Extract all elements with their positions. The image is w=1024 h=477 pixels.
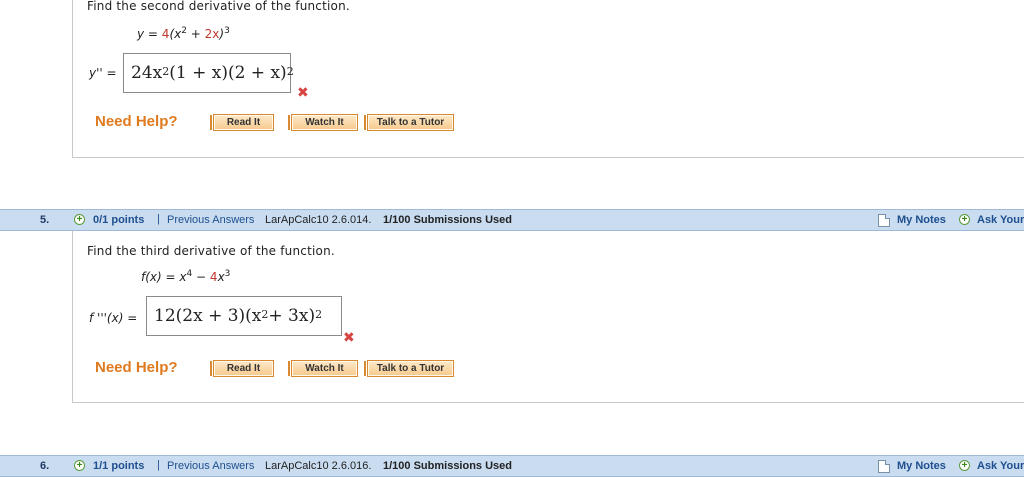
expand-plus-icon[interactable]: + xyxy=(74,214,85,225)
question-prompt: Find the third derivative of the functio… xyxy=(87,244,335,258)
my-notes-link[interactable]: My Notes xyxy=(897,214,946,226)
previous-answers-link[interactable]: Previous Answers xyxy=(167,460,254,472)
talk-to-tutor-button[interactable]: Talk to a Tutor xyxy=(364,360,454,377)
given-function: f(x) = x4 − 4x3 xyxy=(141,269,231,284)
question-5-panel: Find the third derivative of the functio… xyxy=(72,231,1024,403)
question-code: LarApCalc10 2.6.014. xyxy=(265,214,372,226)
answer-input[interactable]: 24x 2 (1 + x)(2 + x) 2 xyxy=(123,53,294,93)
ask-your-teacher-link[interactable]: Ask Your xyxy=(977,214,1024,226)
given-function: y = 4(x2 + 2x)3 xyxy=(137,26,230,41)
ask-plus-icon[interactable]: + xyxy=(959,214,970,225)
answer-label: f '''(x) = xyxy=(89,311,138,325)
submissions-used: 1/100 Submissions Used xyxy=(383,214,512,226)
separator: | xyxy=(157,213,160,225)
submissions-used: 1/100 Submissions Used xyxy=(383,460,512,472)
question-prompt: Find the second derivative of the functi… xyxy=(87,0,350,13)
answer-label: y'' = xyxy=(89,66,117,80)
talk-to-tutor-button[interactable]: Talk to a Tutor xyxy=(364,114,454,131)
read-it-button[interactable]: Read It xyxy=(210,360,274,377)
question-number: 5. xyxy=(40,214,50,226)
ask-your-teacher-link[interactable]: Ask Your xyxy=(977,460,1024,472)
note-icon[interactable] xyxy=(878,460,890,473)
my-notes-link[interactable]: My Notes xyxy=(897,460,946,472)
incorrect-icon: ✖ xyxy=(297,85,309,101)
incorrect-icon: ✖ xyxy=(343,330,355,346)
question-6-header: 6. + 1/1 points | Previous Answers LarAp… xyxy=(0,455,1024,477)
question-number: 6. xyxy=(40,460,50,472)
note-icon[interactable] xyxy=(878,214,890,227)
read-it-button[interactable]: Read It xyxy=(210,114,274,131)
answer-input[interactable]: 12(2x + 3)(x 2 + 3x) 2 xyxy=(146,296,342,336)
points-link[interactable]: 1/1 points xyxy=(93,460,144,472)
question-code: LarApCalc10 2.6.016. xyxy=(265,460,372,472)
question-4-panel: Find the second derivative of the functi… xyxy=(72,0,1024,158)
watch-it-button[interactable]: Watch It xyxy=(288,114,358,131)
points-link[interactable]: 0/1 points xyxy=(93,214,144,226)
need-help-label: Need Help? xyxy=(95,113,178,130)
separator: | xyxy=(157,459,160,471)
previous-answers-link[interactable]: Previous Answers xyxy=(167,214,254,226)
question-5-header: 5. + 0/1 points | Previous Answers LarAp… xyxy=(0,209,1024,231)
need-help-label: Need Help? xyxy=(95,359,178,376)
watch-it-button[interactable]: Watch It xyxy=(288,360,358,377)
ask-plus-icon[interactable]: + xyxy=(959,460,970,471)
expand-plus-icon[interactable]: + xyxy=(74,460,85,471)
